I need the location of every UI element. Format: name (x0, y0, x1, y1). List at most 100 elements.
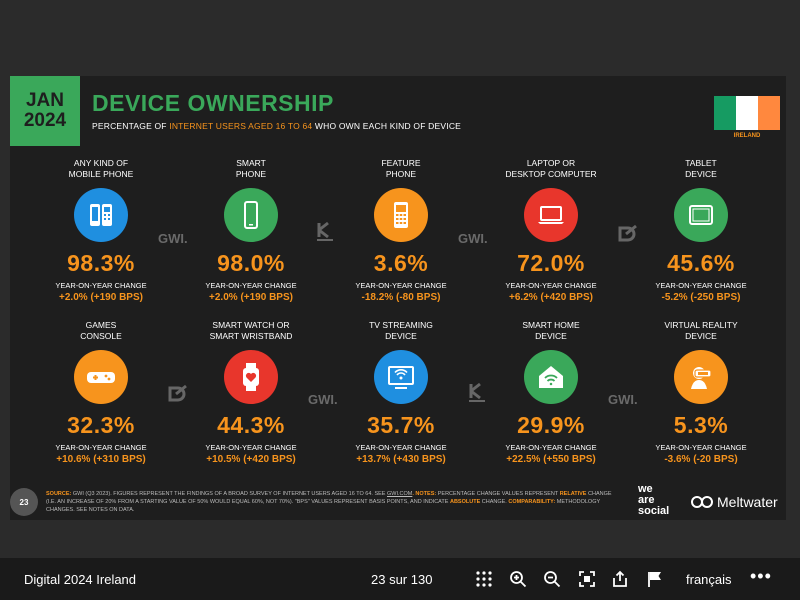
device-card: SMART HOME DEVICE 29.9% YEAR-ON-YEAR CHANGE… (476, 320, 626, 465)
source-link[interactable]: GWI.COM (387, 491, 412, 497)
we-are-social-logo: we are social (638, 484, 669, 517)
device-card: ANY KIND OF MOBILE PHONE 98.3% YEAR-ON-YEAR… (26, 158, 176, 303)
device-label-line-2: DEVICE (685, 169, 717, 179)
zoom-in-button[interactable] (508, 569, 528, 589)
kepios-logo-icon (317, 221, 333, 241)
yoy-label: YEAR-ON-YEAR CHANGE (205, 281, 297, 290)
device-label-line-2: CONSOLE (80, 331, 122, 341)
slide-title: DEVICE OWNERSHIP (92, 90, 334, 116)
device-label-line-1: TV STREAMING (369, 320, 433, 330)
device-card: SMART WATCH OR SMART WRISTBAND 44.3% YEAR-O… (176, 320, 326, 465)
device-label-line-2: DEVICE (685, 331, 717, 341)
device-card: TABLET DEVICE 45.6% YEAR-ON-YEAR CHANGE -5.2… (626, 158, 776, 303)
ownership-value: 32.3% (67, 412, 135, 438)
fullscreen-button[interactable] (577, 569, 597, 589)
absolute-key: ABSOLUTE (449, 499, 481, 505)
meltwater-mark-icon (691, 496, 713, 508)
source-text: GWI (Q3 2023). FIGURES REPRESENT THE FIN… (71, 491, 387, 497)
yoy-change: -3.6% (-20 BPS) (664, 454, 738, 465)
feature-phone-icon (394, 202, 408, 228)
device-label: ANY KIND OF MOBILE PHONE (26, 158, 176, 182)
ireland-flag (714, 96, 780, 130)
source-note: SOURCE: GWI (Q3 2023). FIGURES REPRESENT… (46, 490, 618, 514)
datareportal-logo-icon (618, 224, 637, 242)
device-label-line-2: SMART WRISTBAND (209, 331, 293, 341)
device-label: TV STREAMING DEVICE (326, 320, 476, 344)
device-icon-circle (524, 188, 578, 242)
device-label: SMART PHONE (176, 158, 326, 182)
smart-home-icon (539, 366, 563, 388)
gamepad-icon (87, 372, 115, 383)
date-year: 2024 (23, 110, 67, 131)
device-label-line-1: LAPTOP OR (526, 158, 576, 168)
device-label: SMART WATCH OR SMART WRISTBAND (176, 320, 326, 344)
laptop-icon (538, 206, 564, 224)
flag-stripe-green (714, 96, 736, 130)
yoy-label: YEAR-ON-YEAR CHANGE (55, 281, 147, 290)
device-label: LAPTOP OR DESKTOP COMPUTER (476, 158, 626, 182)
yoy-label: YEAR-ON-YEAR CHANGE (655, 443, 747, 452)
ownership-value: 98.3% (67, 250, 135, 276)
gwi-watermark: GWI. (608, 392, 638, 407)
device-label: VIRTUAL REALITY DEVICE (626, 320, 776, 344)
slide-subtitle: PERCENTAGE OF INTERNET USERS AGED 16 TO … (92, 121, 461, 131)
fullscreen-icon (579, 571, 595, 587)
device-label-line-2: PHONE (235, 169, 267, 179)
yoy-label: YEAR-ON-YEAR CHANGE (55, 443, 147, 452)
device-label: GAMES CONSOLE (26, 320, 176, 344)
slide-viewer: JAN 2024 DEVICE OWNERSHIP PERCENTAGE OF … (0, 0, 800, 600)
device-label-line-1: GAMES (85, 320, 117, 330)
device-label-line-1: SMART (236, 158, 266, 168)
page-number-badge: 23 (10, 488, 38, 516)
flag-label: IRELAND (733, 133, 761, 139)
device-label-line-1: VIRTUAL REALITY (664, 320, 738, 330)
device-card: LAPTOP OR DESKTOP COMPUTER 72.0% YEAR-ON-YE… (476, 158, 626, 303)
device-icon-circle (74, 350, 128, 404)
notes-text-3: CHANGE. (480, 499, 509, 505)
yoy-change: +10.5% (+420 BPS) (206, 454, 296, 465)
meltwater-text: Meltwater (717, 494, 778, 510)
date-month: JAN (25, 90, 64, 111)
device-label-line-2: MOBILE PHONE (68, 169, 134, 179)
comparability-key: COMPARABILITY: (508, 499, 556, 505)
device-icon-circle (224, 188, 278, 242)
notes-text: PERCENTAGE CHANGE VALUES REPRESENT (436, 491, 560, 497)
subtitle-prefix: PERCENTAGE OF (92, 121, 170, 131)
device-card: SMART PHONE 98.0% YEAR-ON-YEAR CHANGE +2.0% … (176, 158, 326, 303)
slide: JAN 2024 DEVICE OWNERSHIP PERCENTAGE OF … (10, 76, 786, 520)
kepios-logo-icon (469, 382, 485, 402)
mobile-phones-icon (90, 204, 112, 226)
device-card: GAMES CONSOLE 32.3% YEAR-ON-YEAR CHANGE +10.… (26, 320, 176, 465)
grid-view-button[interactable] (474, 569, 494, 589)
ownership-value: 45.6% (667, 250, 735, 276)
device-label-line-1: SMART WATCH OR (212, 320, 290, 330)
tablet-icon (689, 205, 713, 225)
tv-streaming-icon (388, 366, 414, 389)
meltwater-logo: Meltwater (690, 494, 778, 510)
device-card: TV STREAMING DEVICE 35.7% YEAR-ON-YEAR CHAN… (326, 320, 476, 465)
ownership-value: 72.0% (517, 250, 585, 276)
gwi-watermark: GWI. (308, 392, 338, 407)
datareportal-logo-icon (168, 384, 187, 402)
zoom-out-button[interactable] (542, 569, 562, 589)
device-label: SMART HOME DEVICE (476, 320, 626, 344)
yoy-change: +2.0% (+190 BPS) (209, 292, 293, 303)
share-button[interactable] (610, 569, 630, 589)
source-key: SOURCE: (46, 491, 72, 497)
vr-headset-icon (691, 367, 712, 389)
device-icon-circle (674, 188, 728, 242)
relative-key: RELATIVE (559, 491, 587, 497)
ownership-value: 29.9% (517, 412, 585, 438)
more-options-button[interactable]: ••• (750, 566, 772, 587)
device-card: FEATURE PHONE 3.6% YEAR-ON-YEAR CHANGE -18.2… (326, 158, 476, 303)
yoy-label: YEAR-ON-YEAR CHANGE (355, 281, 447, 290)
yoy-label: YEAR-ON-YEAR CHANGE (655, 281, 747, 290)
device-card: VIRTUAL REALITY DEVICE 5.3% YEAR-ON-YEAR CH… (626, 320, 776, 465)
device-label-line-2: DEVICE (385, 331, 417, 341)
report-button[interactable] (645, 569, 665, 589)
grid-icon (476, 571, 492, 587)
ownership-value: 98.0% (217, 250, 285, 276)
yoy-change: +10.6% (+310 BPS) (56, 454, 146, 465)
date-badge: JAN 2024 (10, 76, 80, 146)
language-selector[interactable]: français (686, 572, 732, 587)
